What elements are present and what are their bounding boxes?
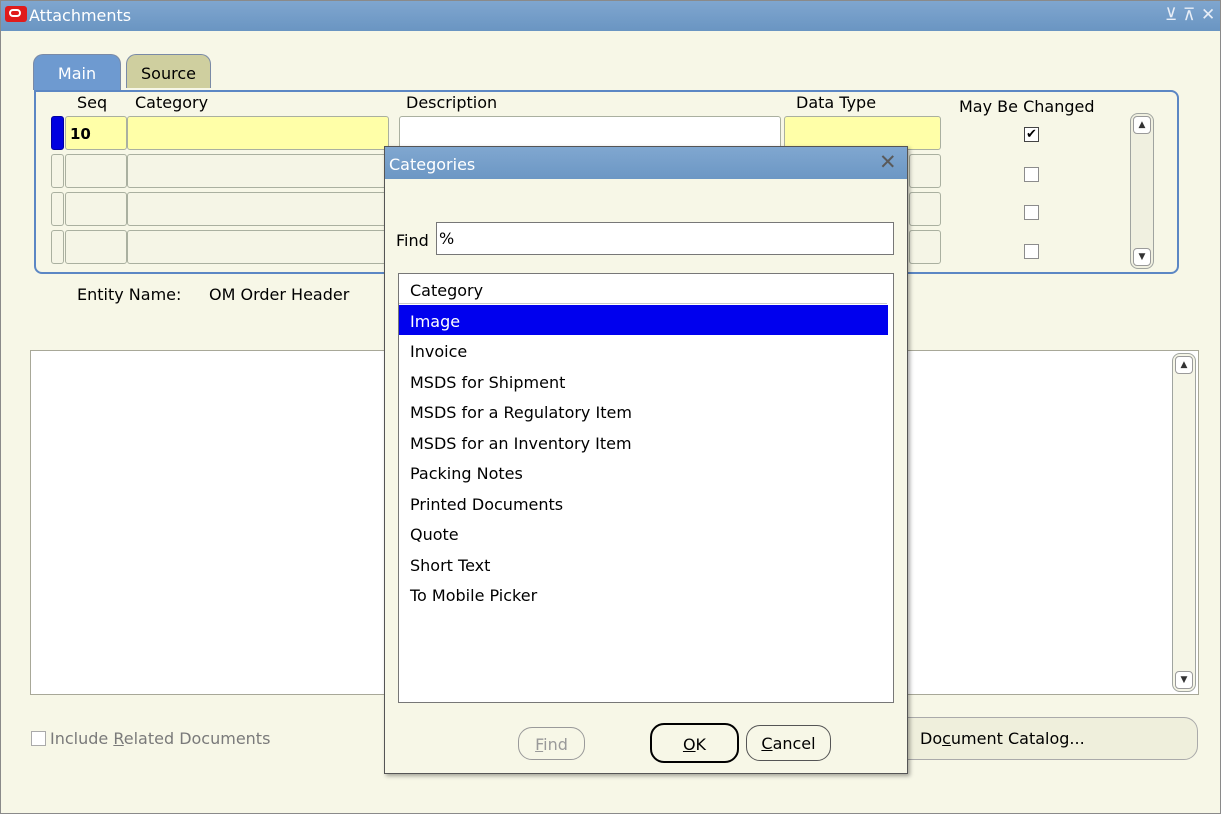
column-header-data-type: Data Type <box>796 93 877 112</box>
cancel-button[interactable]: Cancel <box>746 725 831 761</box>
description-field[interactable] <box>399 116 781 150</box>
find-input[interactable] <box>436 222 894 255</box>
content-vertical-scrollbar[interactable]: ▲ ▼ <box>1172 353 1196 692</box>
row-indicator[interactable] <box>51 192 64 226</box>
close-icon[interactable]: ✕ <box>1201 5 1215 25</box>
row-indicator[interactable] <box>51 154 64 188</box>
column-header-category: Category <box>135 93 209 112</box>
list-item[interactable]: Packing Notes <box>399 457 888 487</box>
category-list[interactable]: Category Image Invoice MSDS for Shipment… <box>398 273 894 703</box>
list-item-selected[interactable]: Image <box>399 305 888 335</box>
include-related-documents-checkbox[interactable] <box>31 731 46 746</box>
dialog-titlebar[interactable]: Categories ✕ <box>385 147 907 179</box>
minimize-icon[interactable]: ⊻ <box>1165 5 1177 25</box>
row-indicator[interactable] <box>51 230 64 264</box>
include-related-documents-label: Include Related Documents <box>50 729 271 748</box>
row-indicator-current[interactable] <box>51 116 64 150</box>
categories-dialog: Categories ✕ Find Category Image Invoice… <box>384 146 908 774</box>
block-vertical-scrollbar[interactable]: ▲ ▼ <box>1130 113 1154 269</box>
window-titlebar[interactable]: Attachments ⊻ ⊼ ✕ <box>1 1 1220 31</box>
list-item[interactable]: MSDS for a Regulatory Item <box>399 396 888 426</box>
find-label: Find <box>396 231 429 250</box>
list-item[interactable]: Quote <box>399 518 888 548</box>
window-title: Attachments <box>29 6 132 25</box>
data-type-field[interactable] <box>909 192 941 226</box>
category-field[interactable] <box>127 230 389 264</box>
may-be-changed-checkbox[interactable] <box>1024 205 1039 220</box>
scroll-up-icon[interactable]: ▲ <box>1175 356 1193 374</box>
column-header-seq: Seq <box>77 93 108 112</box>
maximize-icon[interactable]: ⊼ <box>1183 5 1195 25</box>
dialog-title: Categories <box>389 155 476 174</box>
list-item[interactable]: MSDS for an Inventory Item <box>399 427 888 457</box>
category-field[interactable] <box>127 116 389 150</box>
scroll-down-icon[interactable]: ▼ <box>1133 248 1151 266</box>
tab-main[interactable]: Main <box>33 54 121 90</box>
category-field[interactable] <box>127 192 389 226</box>
entity-name-label: Entity Name: <box>77 285 182 304</box>
list-header-label: Category <box>410 281 484 300</box>
close-icon[interactable]: ✕ <box>879 150 897 174</box>
may-be-changed-checkbox[interactable] <box>1024 244 1039 259</box>
tab-source[interactable]: Source <box>126 54 211 88</box>
list-item[interactable]: Short Text <box>399 549 888 579</box>
data-type-field[interactable] <box>784 116 941 150</box>
column-header-description: Description <box>406 93 498 112</box>
list-header: Category <box>399 274 887 304</box>
may-be-changed-checkbox[interactable] <box>1024 167 1039 182</box>
column-header-may-be-changed: May Be Changed <box>959 97 1095 116</box>
seq-field[interactable] <box>65 154 127 188</box>
seq-field[interactable] <box>65 230 127 264</box>
oracle-logo-icon <box>5 6 27 22</box>
list-item[interactable]: Invoice <box>399 335 888 365</box>
scroll-down-icon[interactable]: ▼ <box>1175 671 1193 689</box>
category-field[interactable] <box>127 154 389 188</box>
list-item[interactable]: MSDS for Shipment <box>399 366 888 396</box>
may-be-changed-checkbox[interactable]: ✔ <box>1024 127 1039 142</box>
list-item[interactable]: Printed Documents <box>399 488 888 518</box>
seq-field[interactable]: 10 <box>65 116 127 150</box>
list-item[interactable]: To Mobile Picker <box>399 579 888 609</box>
find-button[interactable]: Find <box>518 727 585 760</box>
seq-field[interactable] <box>65 192 127 226</box>
data-type-field[interactable] <box>909 154 941 188</box>
data-type-field[interactable] <box>909 230 941 264</box>
scroll-up-icon[interactable]: ▲ <box>1133 116 1151 134</box>
ok-button[interactable]: OK <box>650 723 739 763</box>
document-catalog-button[interactable]: Document Catalog... <box>881 717 1198 760</box>
entity-name-value: OM Order Header <box>209 285 350 304</box>
